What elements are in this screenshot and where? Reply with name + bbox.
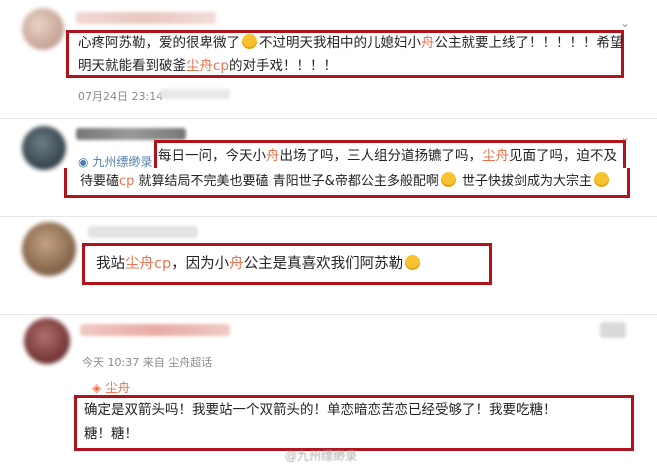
- comment-item: 我站尘舟cp，因为小舟公主是真喜欢我们阿苏勒: [0, 216, 657, 316]
- laughing-face-icon: [440, 172, 456, 187]
- crying-face-icon: [405, 255, 421, 270]
- comment-item: 今天 10:37 来自 尘舟超话 ◈ 尘舟 确定是双箭头吗！我要站一个双箭头的！…: [0, 314, 657, 468]
- comment-text-line: 待要磕cp 就算结局不完美也要磕 青阳世子&帝都公主多般配啊 世子快拔剑成为大宗…: [80, 170, 611, 194]
- timestamp: 07月24日 23:14: [78, 90, 164, 103]
- watermark: @九州缥缈录: [285, 449, 358, 463]
- timestamp: 今天 10:37 来自 尘舟超话: [82, 356, 213, 369]
- comment-item: ⌄ 心疼阿苏勒，爱的很卑微了 不过明天我相中的儿媳妇小舟公主就要上线了！！！！！希…: [0, 0, 657, 118]
- comment-text-line: 明天就能看到破釜尘舟cp的对手戏！！！！: [78, 58, 337, 74]
- supertopic-icon: ◉: [78, 155, 89, 169]
- chevron-down-icon[interactable]: ⌄: [618, 16, 632, 30]
- crying-face-icon: [242, 34, 257, 49]
- comment-text-line: 糖！糖！: [84, 426, 138, 442]
- comment-text-line: 每日一问，今天小舟出场了吗，三人组分道扬镳了吗，尘舟见面了吗，迫不及: [158, 148, 617, 164]
- supertopic-tag[interactable]: ◈ 尘舟: [92, 377, 130, 396]
- avatar[interactable]: [22, 222, 76, 276]
- client-source: [160, 89, 230, 99]
- comment-item: ⌄ ◉ 九州缥缈录 每日一问，今天小舟出场了吗，三人组分道扬镳了吗，尘舟见面了吗…: [0, 118, 657, 216]
- grinning-face-icon: [593, 172, 609, 187]
- username[interactable]: [80, 324, 230, 336]
- comment-feed: ⌄ 心疼阿苏勒，爱的很卑微了 不过明天我相中的儿媳妇小舟公主就要上线了！！！！！希…: [0, 0, 657, 468]
- username[interactable]: [88, 226, 198, 238]
- username[interactable]: [76, 128, 186, 140]
- avatar[interactable]: [24, 318, 70, 364]
- badge: [600, 322, 626, 338]
- comment-text-line: 我站尘舟cp，因为小舟公主是真喜欢我们阿苏勒: [96, 252, 422, 276]
- supertopic-icon: ◈: [92, 381, 102, 395]
- comment-text-line: 心疼阿苏勒，爱的很卑微了 不过明天我相中的儿媳妇小舟公主就要上线了！！！！！希望: [78, 34, 624, 51]
- comment-text-line: 确定是双箭头吗！我要站一个双箭头的！单恋暗恋苦恋已经受够了！我要吃糖！: [84, 402, 557, 418]
- username[interactable]: [76, 12, 216, 24]
- avatar[interactable]: [22, 126, 66, 170]
- avatar[interactable]: [22, 8, 64, 50]
